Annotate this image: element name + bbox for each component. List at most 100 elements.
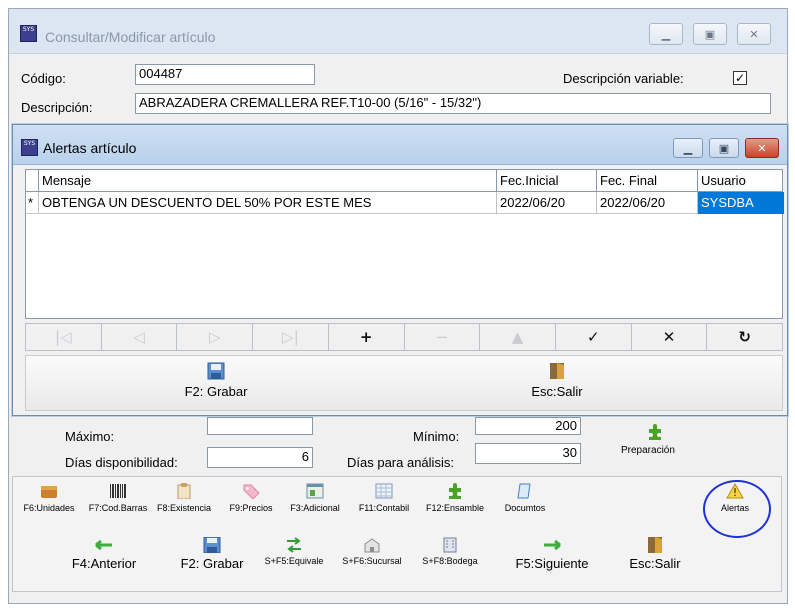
grabar-button[interactable]: F2: Grabar [171,537,253,571]
dias-disponibilidad-label: Días disponibilidad: [65,455,178,470]
dias-disponibilidad-field[interactable]: 6 [207,447,313,468]
barcode-icon [110,484,126,498]
cell-mensaje[interactable]: OBTENGA UN DESCUENTO DEL 50% POR ESTE ME… [39,192,497,214]
clipboard-icon [177,483,191,499]
article-toolbar: F6:Unidades F7:Cod.Barras F8:Existencia … [12,476,782,592]
unidades-label: F6:Unidades [23,503,75,513]
equivalent-icon [287,537,301,553]
checkmark-icon: ✓ [586,328,600,346]
table-row[interactable]: * OBTENGA UN DESCUENTO DEL 50% POR ESTE … [26,192,784,214]
column-mensaje[interactable]: Mensaje [39,170,497,192]
dias-analisis-field[interactable]: 30 [475,443,581,464]
warehouse-icon [443,537,457,553]
cell-fec-inicial[interactable]: 2022/06/20 [497,192,597,214]
window-icon [306,483,324,499]
alerts-table: Mensaje Fec.Inicial Fec. Final Usuario *… [25,169,784,319]
close-icon: ✕ [757,141,767,155]
alerts-save-button[interactable]: F2: Grabar [176,362,256,399]
nav-insert-button[interactable]: + [329,324,405,350]
minimize-button[interactable]: ▁ [649,23,683,45]
row-marker-header [26,170,39,192]
adicional-button[interactable]: F3:Adicional [283,483,347,513]
minimo-field[interactable]: 200 [475,417,581,435]
alerts-maximize-button[interactable]: ▣ [709,138,739,158]
cell-fec-final[interactable]: 2022/06/20 [597,192,698,214]
close-button[interactable]: ✕ [737,23,771,45]
arrow-right-icon [544,539,561,551]
nav-last-button[interactable]: ▷| [253,324,329,350]
ledger-icon [375,483,393,499]
preparacion-label: Preparación [621,445,675,456]
precios-button[interactable]: F9:Precios [223,483,279,513]
salir-button[interactable]: Esc:Salir [615,537,695,571]
existencia-label: F8:Existencia [156,503,212,513]
article-window-title: Consultar/Modificar artículo [45,29,216,45]
nav-prior-button[interactable]: ◁ [102,324,178,350]
ensamble-button[interactable]: F12:Ensamble [419,483,491,513]
documentos-label: Documtos [504,503,546,513]
cod-barras-label: F7:Cod.Barras [88,503,148,513]
column-fec-final[interactable]: Fec. Final [597,170,698,192]
alerts-minimize-button[interactable]: ▁ [673,138,703,158]
alertas-highlight-ring [703,480,771,538]
alerts-dialog: SYS Alertas artículo ▁ ▣ ✕ Mensaje Fec.I… [12,124,788,416]
close-icon: ✕ [749,27,759,41]
unidades-button[interactable]: F6:Unidades [13,483,85,513]
first-record-icon: |◁ [55,328,72,346]
nav-post-button[interactable]: ✓ [556,324,632,350]
column-fec-inicial[interactable]: Fec.Inicial [497,170,597,192]
arrow-left-icon [95,539,112,551]
row-marker: * [26,192,39,214]
alerts-exit-label: Esc:Salir [531,384,583,399]
save-icon [207,362,225,380]
siguiente-button[interactable]: F5:Siguiente [507,537,597,571]
alerts-dialog-title: Alertas artículo [43,140,137,156]
document-icon [517,483,531,499]
nav-edit-button[interactable]: ▲ [480,324,556,350]
maximo-field[interactable] [207,417,313,435]
sucursal-button[interactable]: S+F6:Sucursal [339,537,405,566]
alerts-close-button[interactable]: ✕ [745,138,779,158]
cell-usuario[interactable]: SYSDBA [698,192,784,214]
nav-refresh-button[interactable]: ↻ [707,324,782,350]
plus-icon: + [359,328,373,346]
next-record-icon: ▷ [208,328,221,346]
desc-variable-checkbox[interactable]: ✓ [733,71,747,85]
cancel-x-icon: ✕ [662,328,676,346]
siguiente-label: F5:Siguiente [515,556,589,571]
nav-next-button[interactable]: ▷ [177,324,254,350]
anterior-button[interactable]: F4:Anterior [63,537,145,571]
tag-icon [243,484,260,499]
puzzle-icon [648,424,661,440]
equivale-button[interactable]: S+F5:Equivale [261,537,327,566]
refresh-icon: ↻ [738,328,751,346]
nav-first-button[interactable]: |◁ [26,324,102,350]
codigo-field[interactable]: 004487 [135,64,315,85]
article-titlebar: SYS Consultar/Modificar artículo ▁ ▣ ✕ [9,9,787,54]
maximize-icon: ▣ [718,141,730,155]
branch-icon [364,538,380,553]
nav-cancel-button[interactable]: ✕ [632,324,708,350]
descripcion-label: Descripción: [21,100,93,115]
contabil-label: F11:Contabil [358,503,410,513]
preparacion-button[interactable]: Preparación [621,423,675,456]
alerts-exit-button[interactable]: Esc:Salir [522,362,592,399]
alerts-save-label: F2: Grabar [184,384,248,399]
nav-delete-button[interactable]: − [405,324,481,350]
prior-record-icon: ◁ [133,328,145,346]
contabil-button[interactable]: F11:Contabil [353,483,415,513]
ensamble-label: F12:Ensamble [425,503,485,513]
existencia-button[interactable]: F8:Existencia [153,483,215,513]
cod-barras-button[interactable]: F7:Cod.Barras [87,483,149,513]
desc-variable-label: Descripción variable: [563,71,684,86]
bodega-button[interactable]: S+F8:Bodega [417,537,483,566]
sucursal-label: S+F6:Sucursal [342,556,402,566]
minimize-icon: ▁ [683,141,693,155]
column-usuario[interactable]: Usuario [698,170,784,192]
precios-label: F9:Precios [229,503,273,513]
exit-door-icon [648,537,662,553]
maximize-button[interactable]: ▣ [693,23,727,45]
documentos-button[interactable]: Documtos [495,483,555,513]
last-record-icon: ▷| [282,328,299,346]
descripcion-field[interactable]: ABRAZADERA CREMALLERA REF.T10-00 (5/16" … [135,93,771,114]
